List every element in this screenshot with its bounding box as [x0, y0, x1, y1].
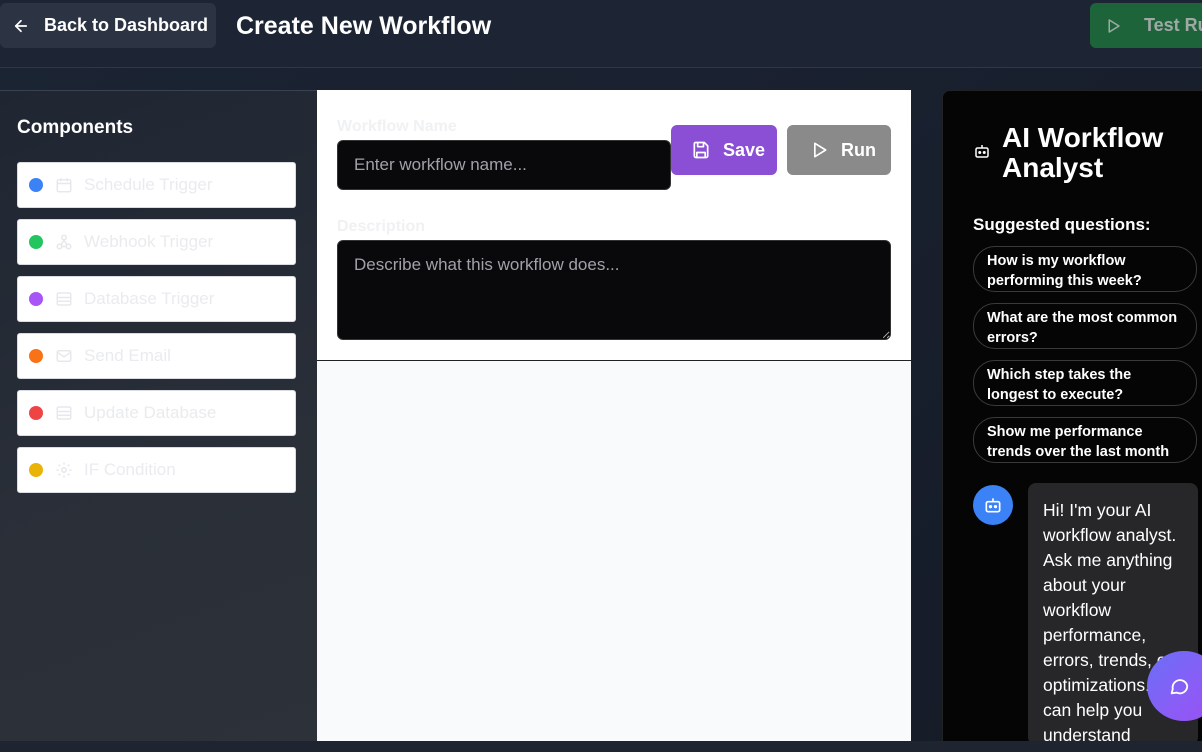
play-icon [1108, 18, 1120, 33]
suggested-question-chip[interactable]: How is my workflow performing this week? [973, 246, 1197, 292]
color-dot [29, 235, 43, 249]
save-button[interactable]: Save [671, 125, 777, 175]
component-if-condition[interactable]: IF Condition [17, 447, 296, 493]
color-dot [29, 292, 43, 306]
component-label: Update Database [84, 403, 217, 422]
component-schedule-trigger[interactable]: Schedule Trigger [17, 162, 296, 208]
ai-analyst-panel: AI Workflow Analyst Suggested questions:… [942, 90, 1202, 745]
component-label: Schedule Trigger [84, 175, 213, 194]
webhook-icon [56, 234, 72, 250]
components-sidebar: Components Schedule Trigger Webhook Trig… [0, 90, 317, 742]
test-run-button[interactable]: Test Ru [1090, 3, 1202, 48]
workflow-form: Workflow Name Save Run Description [317, 90, 911, 361]
description-label: Description [337, 218, 426, 235]
component-label: Send Email [84, 346, 171, 365]
workflow-name-label: Workflow Name [337, 118, 457, 135]
workflow-name-input[interactable] [337, 140, 671, 190]
suggested-question-chip[interactable]: Show me performance trends over the last… [973, 417, 1197, 463]
database-icon [56, 406, 72, 420]
color-dot [29, 349, 43, 363]
component-webhook-trigger[interactable]: Webhook Trigger [17, 219, 296, 265]
color-dot [29, 406, 43, 420]
suggested-questions-title: Suggested questions: [973, 215, 1151, 234]
back-to-dashboard-button[interactable]: Back to Dashboard [0, 3, 216, 48]
workflow-canvas: Workflow Name Save Run Description [317, 90, 911, 742]
back-button-label: Back to Dashboard [44, 15, 209, 35]
component-label: Database Trigger [84, 289, 215, 308]
top-header: Back to Dashboard Create New Workflow Te… [0, 0, 1202, 68]
page-title: Create New Workflow [236, 12, 492, 40]
suggested-question-chip[interactable]: Which step takes the longest to execute? [973, 360, 1197, 406]
gear-icon [56, 462, 72, 478]
color-dot [29, 178, 43, 192]
description-textarea[interactable] [337, 240, 891, 340]
bottom-bar [0, 741, 1202, 752]
component-send-email[interactable]: Send Email [17, 333, 296, 379]
play-icon [814, 142, 827, 158]
database-icon [56, 292, 72, 306]
color-dot [29, 463, 43, 477]
arrow-left-icon [14, 19, 28, 32]
run-label: Run [841, 139, 876, 160]
suggested-question-chip[interactable]: What are the most common errors? [973, 303, 1197, 349]
test-run-label: Test Ru [1144, 15, 1202, 35]
save-label: Save [723, 139, 766, 160]
chat-bubble-icon [1170, 679, 1189, 695]
run-button[interactable]: Run [787, 125, 891, 175]
bot-avatar [973, 485, 1013, 525]
component-label: Webhook Trigger [84, 232, 214, 251]
ai-panel-title: AI Workflow Analyst [1002, 122, 1164, 183]
sidebar-title: Components [17, 117, 134, 138]
calendar-icon [56, 178, 72, 193]
save-icon [693, 141, 709, 159]
bot-icon [975, 145, 989, 158]
mail-icon [56, 350, 72, 362]
component-update-database[interactable]: Update Database [17, 390, 296, 436]
component-label: IF Condition [84, 460, 176, 479]
bot-icon [985, 498, 1001, 513]
component-database-trigger[interactable]: Database Trigger [17, 276, 296, 322]
